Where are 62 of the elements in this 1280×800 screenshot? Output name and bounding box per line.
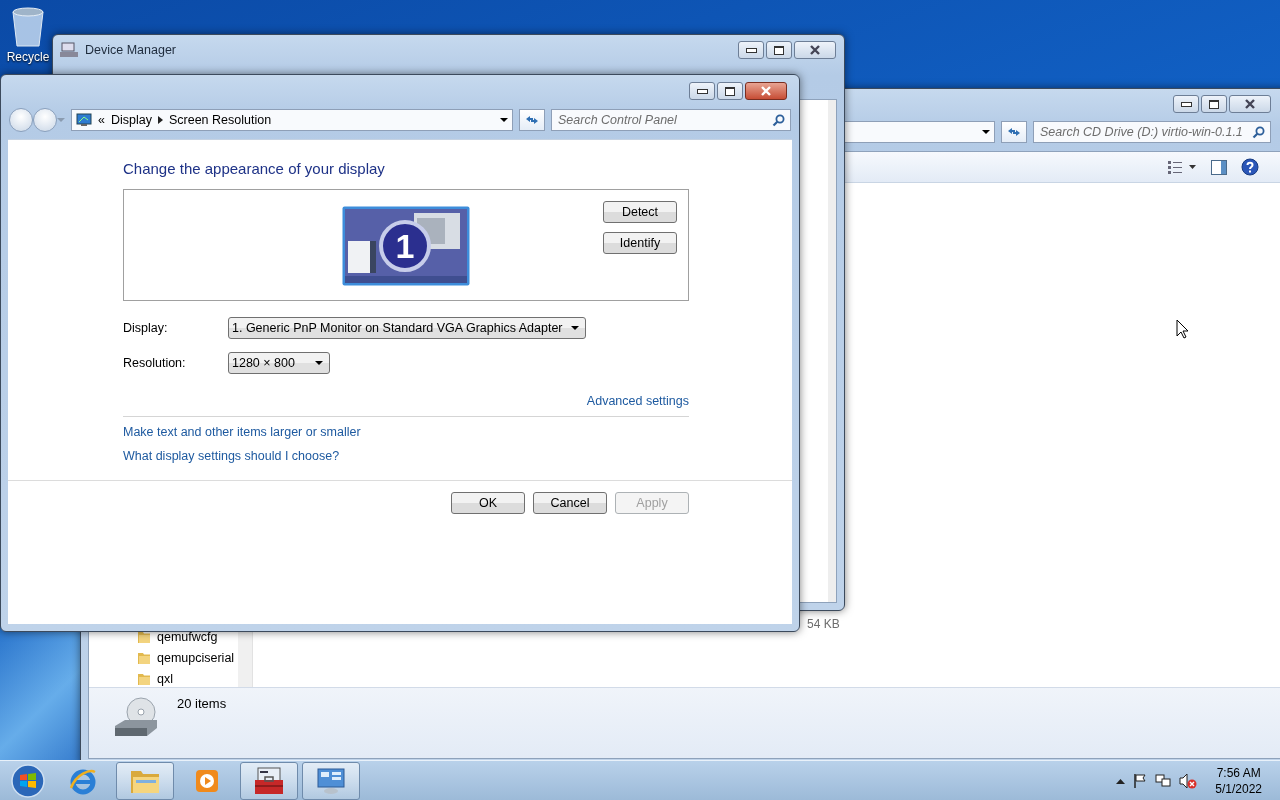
window-title: Device Manager [85, 43, 176, 57]
monitor-number: 1 [395, 227, 415, 265]
search-field[interactable]: Search Control Panel [551, 109, 791, 131]
refresh-icon [524, 113, 540, 127]
muted-speaker-icon[interactable] [1179, 772, 1198, 789]
taskbar-app-button[interactable] [302, 761, 360, 800]
nav-item[interactable]: qemupciserial [157, 650, 235, 665]
identify-button[interactable]: Detect [603, 201, 677, 223]
breadcrumb-item[interactable]: Display [110, 113, 152, 127]
breadcrumb-item[interactable]: Screen Resolution [168, 113, 272, 127]
dropdown-arrow-icon[interactable] [982, 130, 990, 134]
address-bar[interactable]: « Display Screen Resolution [71, 109, 513, 131]
nav-item[interactable]: qemufwcfg [157, 629, 218, 644]
close-button[interactable] [745, 82, 787, 100]
monitor-drawing[interactable] [342, 206, 470, 286]
nav-item[interactable]: qxl [157, 671, 173, 686]
search-icon[interactable] [1252, 126, 1265, 139]
show-hidden-icons-icon[interactable] [1116, 777, 1126, 784]
folder-icon [137, 671, 151, 686]
dropdown-arrow-icon[interactable] [500, 118, 508, 122]
page-heading: Change the appearance of your display [123, 160, 386, 177]
search-field[interactable]: Search CD Drive (D:) virtio-win-0.1.1 [1033, 121, 1271, 143]
field-label: Display: [123, 321, 169, 335]
folder-icon [137, 650, 151, 665]
breadcrumb-arrow-icon[interactable] [157, 116, 163, 124]
control-panel-icon [76, 113, 92, 127]
folder-icon [137, 629, 151, 644]
computer-icon [59, 42, 79, 58]
mouse-cursor-icon [1176, 319, 1189, 339]
search-icon[interactable] [772, 114, 785, 127]
flag-icon[interactable] [1133, 772, 1148, 789]
taskbar-app-button[interactable] [240, 761, 298, 800]
close-icon [759, 85, 773, 97]
dropdown[interactable]: 1280 × 800 [228, 352, 330, 374]
identify-button[interactable]: Identify [603, 232, 677, 254]
clock-date[interactable]: 5/1/2022 [1215, 780, 1262, 797]
view-options-icon[interactable] [1167, 160, 1197, 174]
clock-time[interactable]: 7:56 AM [1216, 764, 1261, 781]
dialog-button[interactable]: OK [451, 492, 525, 514]
item-count: 20 items [177, 696, 227, 711]
dialog-button[interactable]: Cancel [533, 492, 607, 514]
dropdown[interactable]: 1. Generic PnP Monitor on Standard VGA Graphics Adapter [228, 317, 586, 339]
display-settings-icon [314, 765, 348, 796]
refresh-button[interactable] [519, 109, 545, 131]
preview-pane-icon[interactable] [1211, 159, 1227, 175]
refresh-button[interactable] [1001, 121, 1027, 143]
close-icon [808, 44, 822, 56]
file-size: 54 KB [807, 617, 840, 631]
recycle-bin-icon[interactable] [10, 6, 46, 48]
help-link[interactable]: Make text and other items larger or smaller [123, 425, 361, 439]
close-icon [1243, 98, 1257, 110]
advanced-settings-link[interactable]: Advanced settings [586, 394, 689, 408]
field-label: Resolution: [123, 356, 187, 370]
breadcrumb-overflow[interactable]: « [98, 113, 105, 127]
help-link[interactable]: What display settings should I choose? [123, 449, 340, 463]
toolbox-icon [252, 765, 286, 796]
maximize-button[interactable] [717, 82, 743, 100]
minimize-button[interactable] [689, 82, 715, 100]
refresh-icon [1006, 125, 1022, 139]
desktop-icon-label[interactable]: Recycle [6, 50, 50, 64]
help-icon[interactable] [1241, 158, 1259, 176]
network-icon[interactable] [1155, 772, 1172, 789]
